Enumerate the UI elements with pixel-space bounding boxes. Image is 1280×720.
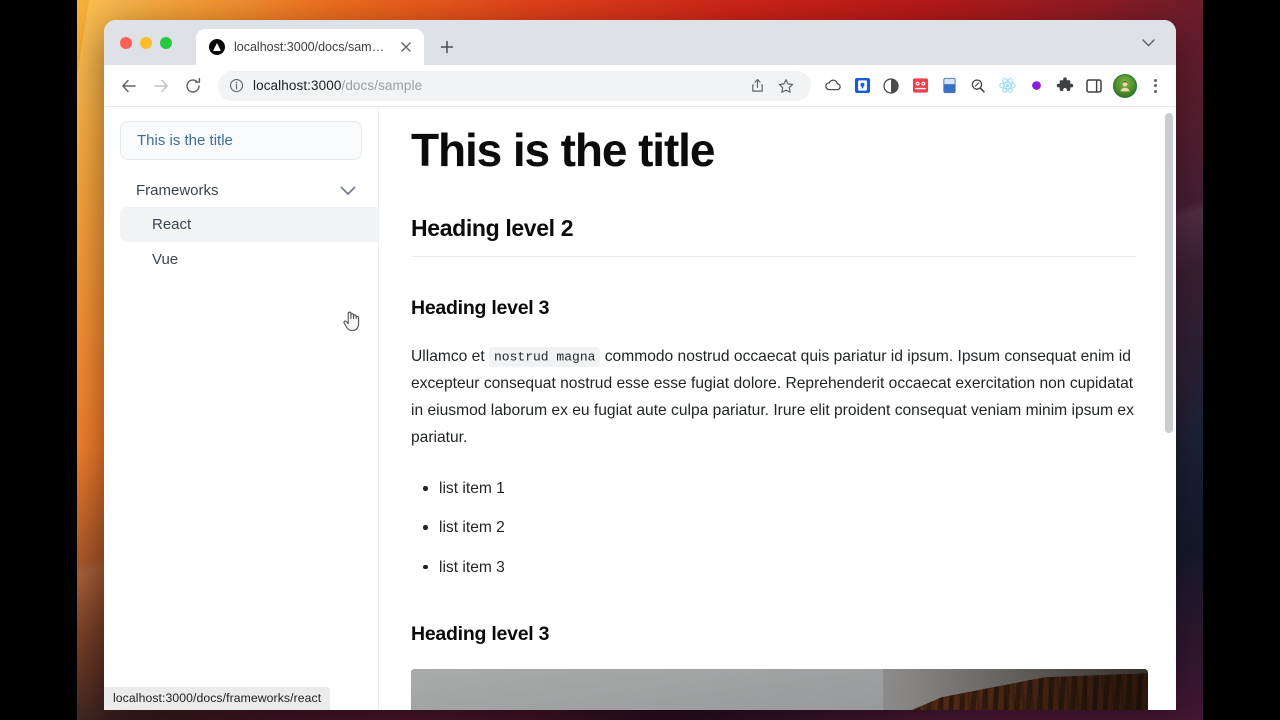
- list-item: list item 2: [417, 516, 1136, 539]
- address-bar-actions: [744, 73, 799, 99]
- letterbox-right: [1203, 0, 1280, 720]
- heading-level-3-first: Heading level 3: [411, 296, 550, 319]
- browser-window: localhost:3000/docs/sample localhost:300…: [104, 20, 1176, 710]
- browser-toolbar: localhost:3000/docs/sample: [104, 65, 1176, 107]
- nextra-droplet-icon: [209, 39, 225, 55]
- close-tab-button[interactable]: [397, 38, 415, 56]
- reload-icon[interactable]: [178, 71, 208, 101]
- sidebar-item-react[interactable]: React: [120, 207, 378, 242]
- close-window-button[interactable]: [120, 36, 132, 49]
- sidebar-item-vue[interactable]: Vue: [120, 242, 378, 277]
- redux-devtools-icon[interactable]: [906, 72, 934, 100]
- document-content: This is the title Heading level 2 Headin…: [379, 107, 1176, 710]
- side-panel-icon[interactable]: [1080, 72, 1108, 100]
- list-item: list item 1: [417, 477, 1136, 500]
- window-controls: [116, 20, 178, 65]
- page-title: This is the title: [411, 124, 715, 176]
- inline-code: nostrud magna: [489, 347, 601, 368]
- browser-tab[interactable]: localhost:3000/docs/sample: [196, 29, 424, 65]
- share-icon[interactable]: [744, 73, 770, 99]
- sidebar-item-this-is-the-title[interactable]: This is the title: [120, 121, 362, 160]
- notion-clipper-icon[interactable]: [935, 72, 963, 100]
- docs-sidebar: This is the title Frameworks React Vue: [104, 107, 379, 710]
- tab-title: localhost:3000/docs/sample: [234, 40, 388, 54]
- heading-level-3-second: Heading level 3: [411, 623, 550, 646]
- tab-list-chevron-down-icon[interactable]: [1134, 29, 1162, 57]
- bullet-list: list item 1 list item 2 list item 3: [417, 477, 1136, 579]
- cloud-icon[interactable]: [819, 72, 847, 100]
- react-devtools-icon[interactable]: [993, 72, 1021, 100]
- sidebar-group-label: Frameworks: [136, 182, 219, 199]
- address-bar-url: localhost:3000/docs/sample: [253, 78, 422, 93]
- heading-level-2: Heading level 2: [411, 215, 1136, 257]
- photo-shadow-right: [882, 669, 1148, 710]
- search-magnifier-icon[interactable]: [964, 72, 992, 100]
- chevron-down-icon: [340, 186, 356, 196]
- list-item: list item 3: [417, 556, 1136, 579]
- dark-reader-icon[interactable]: [877, 72, 905, 100]
- zoom-window-button[interactable]: [160, 36, 172, 49]
- bitwarden-icon[interactable]: [848, 72, 876, 100]
- profile-avatar[interactable]: [1113, 73, 1137, 98]
- page-scrollbar-thumb[interactable]: [1165, 113, 1173, 433]
- extensions-row: [819, 72, 1108, 100]
- autumn-forest-photo: [411, 669, 1148, 710]
- paragraph-text-before-code: Ullamco et: [411, 347, 489, 365]
- sidebar-group-frameworks[interactable]: Frameworks: [120, 174, 362, 207]
- minimize-window-button[interactable]: [140, 36, 152, 49]
- body-paragraph: Ullamco et nostrud magna commodo nostrud…: [411, 343, 1136, 452]
- url-host: localhost:3000: [253, 78, 342, 93]
- url-path: /docs/sample: [341, 78, 423, 93]
- kebab-menu-icon[interactable]: [1142, 73, 1168, 99]
- info-circle-icon[interactable]: [229, 78, 244, 93]
- status-bar-link-preview: localhost:3000/docs/frameworks/react: [104, 687, 331, 710]
- puzzle-piece-icon[interactable]: [1051, 72, 1079, 100]
- tab-strip: localhost:3000/docs/sample: [104, 20, 1176, 65]
- page-scrollbar-track[interactable]: [1162, 107, 1176, 710]
- page-viewport: This is the title Frameworks React Vue T…: [104, 107, 1176, 710]
- new-tab-button[interactable]: [432, 32, 462, 62]
- forward-arrow-icon[interactable]: [146, 71, 176, 101]
- vue-devtools-icon[interactable]: [1022, 72, 1050, 100]
- address-bar[interactable]: localhost:3000/docs/sample: [218, 70, 811, 101]
- back-arrow-icon[interactable]: [114, 71, 144, 101]
- star-icon[interactable]: [773, 73, 799, 99]
- letterbox-left: [0, 0, 77, 720]
